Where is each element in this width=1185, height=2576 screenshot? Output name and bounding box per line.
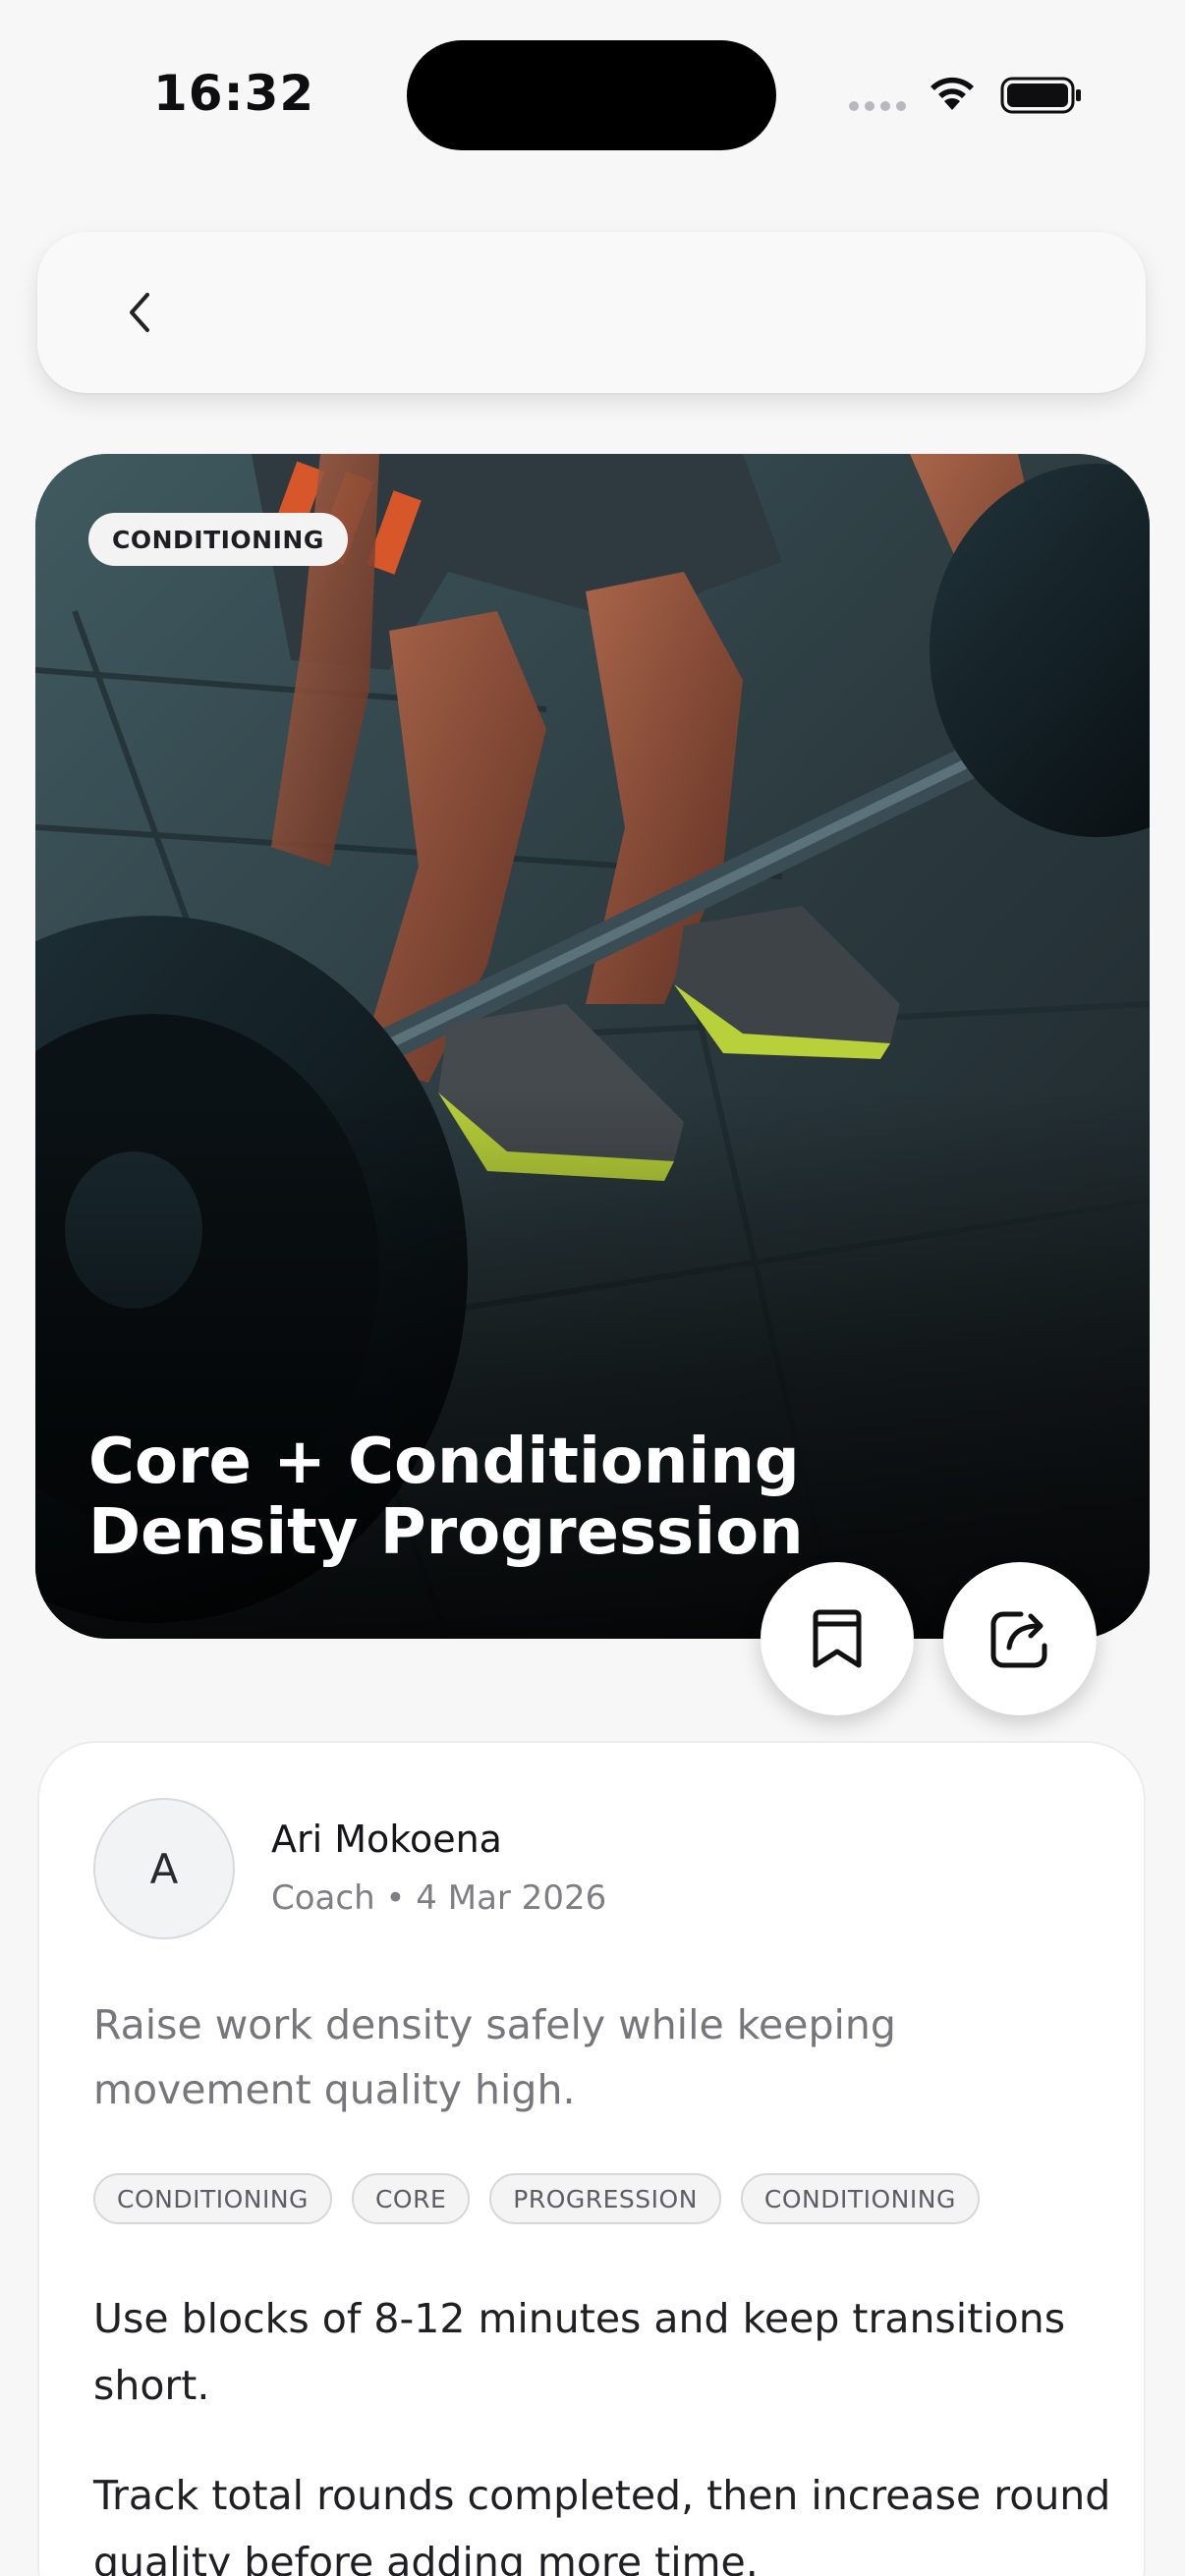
cellular-signal-icon: [849, 101, 906, 111]
tag-chip[interactable]: PROGRESSION: [489, 2173, 721, 2224]
article-body-card: A Ari Mokoena Coach • 4 Mar 2026 Raise w…: [37, 1741, 1146, 2576]
wifi-icon: [931, 77, 974, 110]
top-nav-bar: [37, 232, 1146, 393]
body-paragraph: Use blocks of 8-12 minutes and keep tran…: [93, 2295, 1066, 2409]
tag-list: CONDITIONING CORE PROGRESSION CONDITIONI…: [93, 2173, 980, 2224]
bookmark-icon: [813, 1609, 862, 1668]
category-badge: CONDITIONING: [88, 513, 348, 566]
article-title: Core + Conditioning Density Progression: [88, 1426, 804, 1569]
author-meta: Coach • 4 Mar 2026: [271, 1878, 607, 1918]
dynamic-island: [407, 40, 776, 150]
author-name[interactable]: Ari Mokoena: [271, 1818, 502, 1861]
hero-card[interactable]: CONDITIONING Core + Conditioning Density…: [35, 454, 1150, 1639]
share-button[interactable]: [943, 1562, 1097, 1715]
tag-chip[interactable]: CONDITIONING: [740, 2173, 980, 2224]
status-bar: 16:32: [0, 0, 1185, 150]
tag-chip[interactable]: CORE: [351, 2173, 471, 2224]
back-button[interactable]: [100, 271, 179, 354]
article-summary: Raise work density safely while keeping …: [93, 2001, 896, 2113]
author-avatar[interactable]: A: [93, 1798, 235, 1939]
chevron-left-icon: [130, 293, 149, 332]
tag-chip[interactable]: CONDITIONING: [93, 2173, 332, 2224]
bookmark-button[interactable]: [761, 1562, 914, 1715]
body-paragraph: Track total rounds completed, then incre…: [93, 2472, 1111, 2576]
status-time: 16:32: [153, 65, 315, 122]
battery-icon: [1000, 77, 1081, 114]
share-icon: [990, 1611, 1047, 1668]
